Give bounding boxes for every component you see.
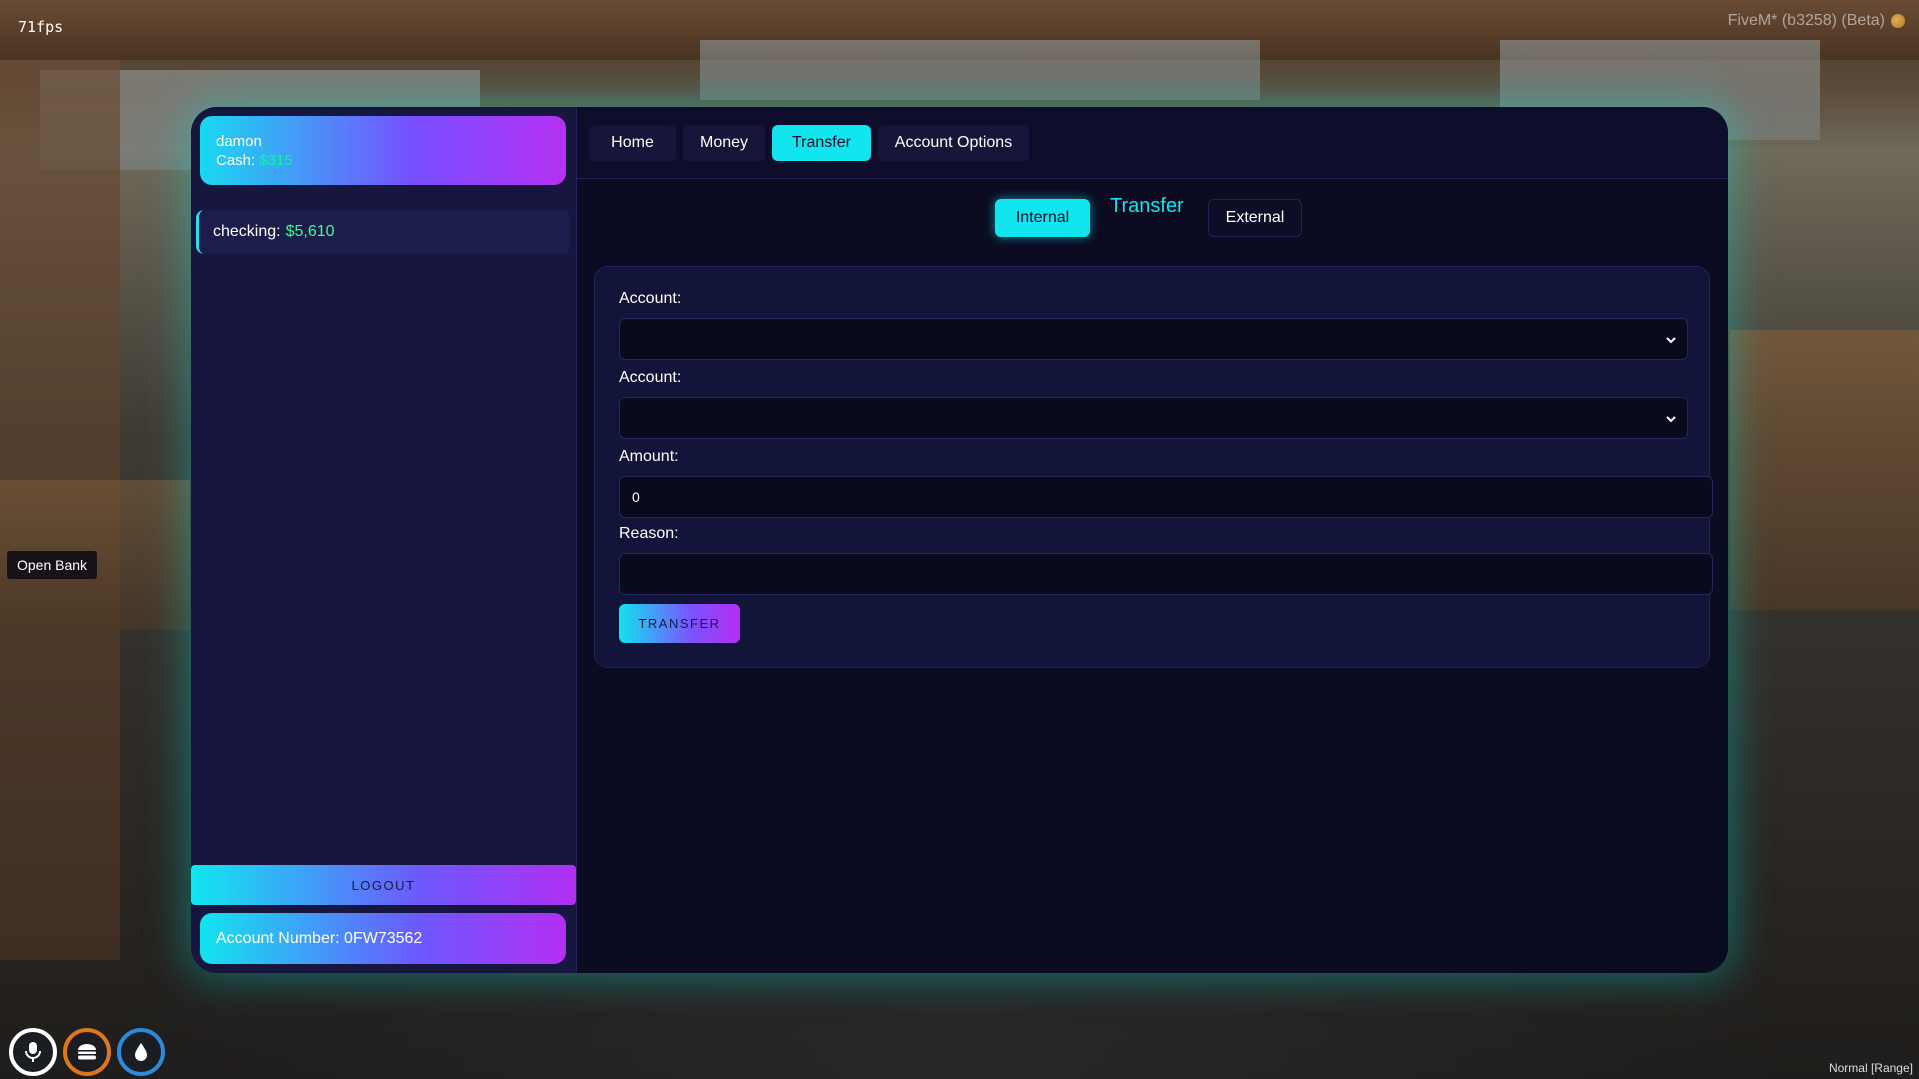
burger-icon	[78, 1044, 96, 1060]
voice-mode-label: Normal [Range]	[1828, 1061, 1913, 1075]
thirst-status-ring	[117, 1028, 165, 1076]
voice-status-ring	[9, 1028, 57, 1076]
internal-transfer-tab[interactable]: Internal	[995, 199, 1090, 237]
logout-button[interactable]: LOGOUT	[191, 865, 576, 905]
fps-counter: 71fps	[18, 18, 64, 36]
reason-input[interactable]	[619, 553, 1713, 595]
account-item-checking[interactable]: checking: $5,610	[196, 210, 570, 254]
nav-bar: Home Money Transfer Account Options	[577, 107, 1728, 179]
chevron-down-icon	[1666, 416, 1676, 423]
hunger-status-ring	[63, 1028, 111, 1076]
transfer-title: Transfer	[1110, 195, 1184, 217]
chevron-down-icon	[1666, 337, 1676, 344]
profile-card: damon Cash: $315	[200, 116, 566, 185]
bank-app-window: damon Cash: $315 checking: $5,610 LOGOUT…	[191, 107, 1728, 973]
cash-label: Cash:	[216, 152, 256, 169]
to-account-label: Account:	[619, 369, 682, 386]
transfer-type-switch: Internal Transfer External	[577, 195, 1728, 239]
tab-home[interactable]: Home	[589, 125, 676, 161]
transfer-form: Account: Account: Amount: 0 Reason: TRAN…	[594, 266, 1713, 668]
status-hud	[9, 1028, 165, 1076]
tab-account-options[interactable]: Account Options	[878, 125, 1029, 161]
amount-label: Amount:	[619, 448, 679, 465]
tab-money[interactable]: Money	[683, 125, 765, 161]
sidebar: damon Cash: $315 checking: $5,610 LOGOUT…	[191, 107, 577, 973]
from-account-select[interactable]	[619, 318, 1688, 360]
reason-label: Reason:	[619, 525, 679, 542]
account-number-badge: Account Number: 0FW73562	[200, 913, 566, 964]
transfer-submit-button[interactable]: TRANSFER	[619, 604, 740, 643]
client-version: FiveM* (b3258) (Beta)	[1728, 12, 1905, 30]
account-name: checking:	[213, 223, 281, 240]
tab-transfer[interactable]: Transfer	[772, 125, 871, 161]
main-panel: Home Money Transfer Account Options Inte…	[577, 107, 1728, 973]
cash-value: $315	[259, 152, 293, 169]
microphone-icon	[25, 1042, 41, 1062]
to-account-select[interactable]	[619, 397, 1688, 439]
client-version-label: FiveM* (b3258) (Beta)	[1727, 12, 1885, 29]
open-bank-prompt: Open Bank	[7, 551, 98, 579]
water-drop-icon	[135, 1043, 147, 1061]
external-transfer-tab[interactable]: External	[1208, 199, 1302, 237]
amount-input[interactable]: 0	[619, 476, 1713, 518]
player-name: damon	[216, 133, 262, 150]
account-balance: $5,610	[285, 223, 335, 240]
fivem-logo-icon	[1891, 14, 1905, 28]
from-account-label: Account:	[619, 290, 682, 307]
cash-line: Cash: $315	[216, 151, 550, 170]
